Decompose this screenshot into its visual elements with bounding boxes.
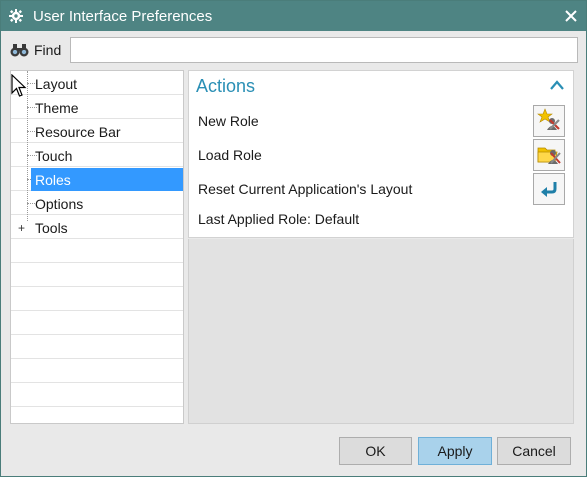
tree-item-label: Resource Bar xyxy=(35,123,121,140)
tree-item-tools[interactable]: Tools xyxy=(31,216,72,239)
tree-row xyxy=(11,407,183,423)
tree-item-label: Options xyxy=(35,195,84,212)
mouse-pointer-icon xyxy=(11,73,29,98)
tree-row xyxy=(11,383,183,407)
chevron-up-icon[interactable] xyxy=(549,78,565,92)
find-input[interactable] xyxy=(70,37,578,63)
tree-item-resource-bar[interactable]: Resource Bar xyxy=(31,120,125,143)
tree-item-theme[interactable]: Theme xyxy=(31,96,83,119)
load-role-button[interactable] xyxy=(533,139,565,171)
reset-layout-icon xyxy=(538,177,560,202)
load-role-label: Load Role xyxy=(198,147,262,163)
new-role-icon xyxy=(537,107,561,135)
tree-item-roles[interactable]: Roles xyxy=(31,168,183,191)
cancel-button[interactable]: Cancel xyxy=(497,437,571,465)
tree-expander-plus[interactable]: + xyxy=(16,222,27,234)
tree-item-label: Layout xyxy=(35,75,78,92)
title-bar[interactable]: User Interface Preferences xyxy=(1,1,586,31)
tree-row xyxy=(11,335,183,359)
tree-row xyxy=(11,359,183,383)
tree-row xyxy=(11,239,183,263)
binoculars-icon xyxy=(9,41,31,59)
panel-empty-area xyxy=(188,239,574,424)
ok-button[interactable]: OK xyxy=(339,437,412,465)
find-bar: Find xyxy=(9,37,579,63)
tree-item-label: Touch xyxy=(35,147,73,164)
tree-item-layout[interactable]: Layout xyxy=(31,72,81,95)
load-role-icon xyxy=(537,142,561,169)
tree-item-label: Roles xyxy=(35,171,71,188)
actions-panel-title: Actions xyxy=(196,76,256,96)
window-title: User Interface Preferences xyxy=(33,7,213,25)
tree-item-touch[interactable]: Touch xyxy=(31,144,76,167)
actions-panel-header[interactable]: Actions xyxy=(189,71,573,101)
tree-item-label: Tools xyxy=(35,219,68,236)
tree-row xyxy=(11,311,183,335)
gear-icon xyxy=(1,9,31,23)
close-icon[interactable] xyxy=(560,5,582,27)
apply-button[interactable]: Apply xyxy=(418,437,492,465)
new-role-label: New Role xyxy=(198,113,259,129)
actions-panel: Actions New Role Load Role Reset Current… xyxy=(188,70,574,238)
tree-item-options[interactable]: Options xyxy=(31,192,87,215)
reset-layout-label: Reset Current Application's Layout xyxy=(198,181,413,197)
tree-item-label: Theme xyxy=(35,99,79,116)
tree-row xyxy=(11,287,183,311)
new-role-button[interactable] xyxy=(533,105,565,137)
last-applied-role-status: Last Applied Role: Default xyxy=(198,211,360,227)
reset-layout-button[interactable] xyxy=(533,173,565,205)
find-label: Find xyxy=(34,42,62,58)
preferences-dialog: User Interface Preferences Find Layout T… xyxy=(0,0,587,477)
tree-row xyxy=(11,263,183,287)
category-tree: Layout Theme Resource Bar Touch Roles Op… xyxy=(10,70,184,424)
